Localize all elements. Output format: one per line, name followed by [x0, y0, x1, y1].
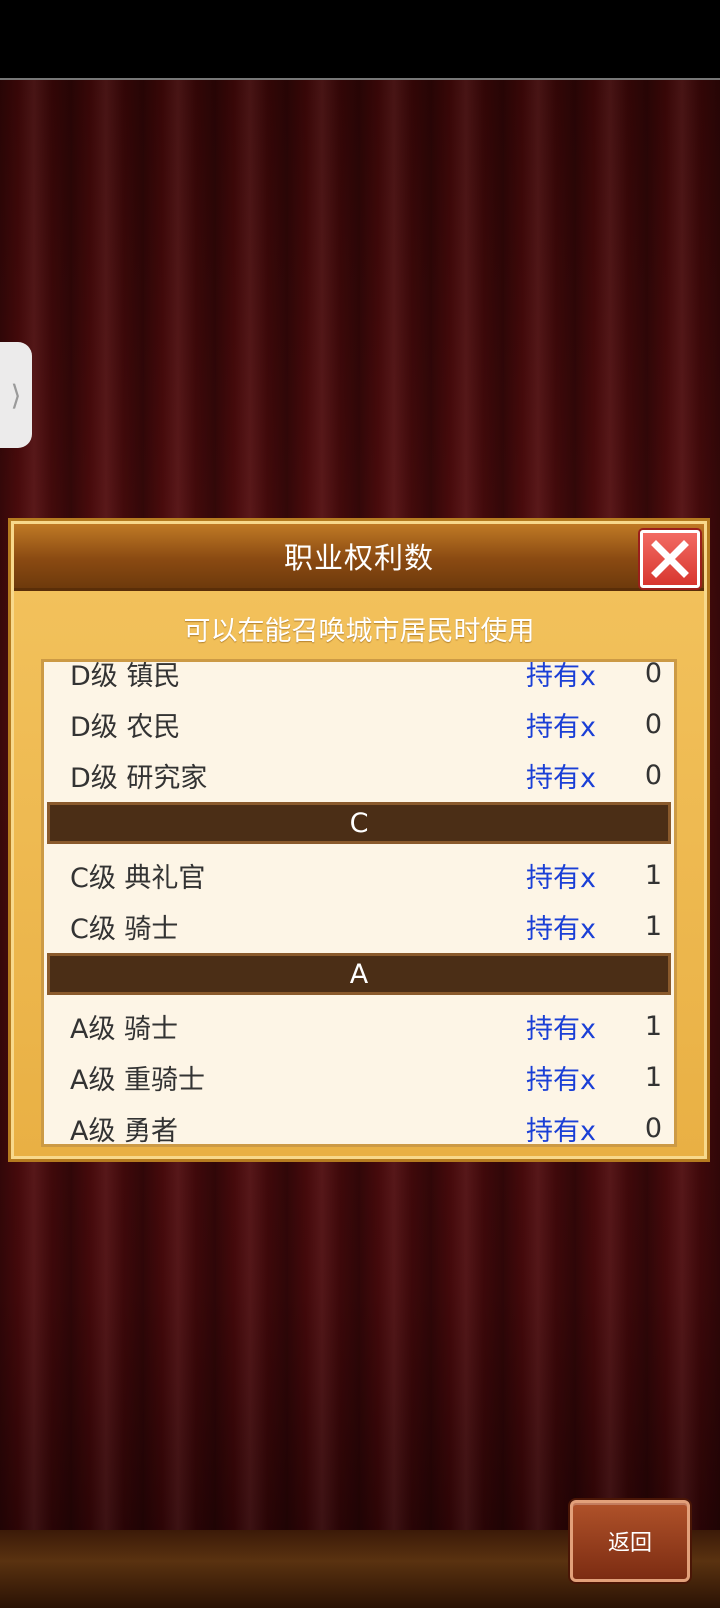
dialog-header: 职业权利数	[14, 524, 704, 591]
holds-count: 1	[644, 860, 662, 891]
list-item[interactable]: D级 镇民 持有x 0	[44, 659, 674, 699]
holds-count: 1	[644, 1011, 662, 1042]
status-bar	[0, 0, 720, 80]
holds-label: 持有x	[526, 712, 596, 743]
job-name: C级 骑士	[70, 914, 179, 945]
holds-label: 持有x	[526, 661, 596, 692]
holds-count: 0	[644, 709, 662, 740]
job-list[interactable]: D级 镇民 持有x 0 D级 农民 持有x 0 D级 研究家 持有x 0 C C…	[41, 659, 677, 1147]
job-name: C级 典礼官	[70, 863, 206, 894]
job-rights-dialog: 职业权利数 可以在能召唤城市居民时使用 D级 镇民 持有x 0 D级 农民 持有…	[8, 518, 710, 1162]
list-item[interactable]: C级 典礼官 持有x 1	[44, 850, 674, 901]
back-button[interactable]: 返回	[570, 1500, 690, 1582]
holds-count: 0	[644, 659, 662, 689]
holds-label: 持有x	[526, 1116, 596, 1147]
job-name: A级 骑士	[70, 1014, 179, 1045]
close-button[interactable]	[640, 530, 700, 588]
list-item[interactable]: A级 勇者 持有x 0	[44, 1103, 674, 1147]
holds-label: 持有x	[526, 863, 596, 894]
side-drawer-tab[interactable]: ⟩	[0, 342, 32, 448]
job-name: D级 镇民	[70, 661, 181, 692]
holds-count: 0	[644, 760, 662, 791]
list-item[interactable]: D级 农民 持有x 0	[44, 699, 674, 750]
holds-label: 持有x	[526, 763, 596, 794]
holds-label: 持有x	[526, 914, 596, 945]
section-header-a: A	[47, 953, 671, 995]
list-item[interactable]: D级 研究家 持有x 0	[44, 750, 674, 801]
dialog-title: 职业权利数	[283, 541, 434, 575]
list-item[interactable]: A级 重骑士 持有x 1	[44, 1052, 674, 1103]
holds-label: 持有x	[526, 1014, 596, 1045]
holds-count: 1	[644, 911, 662, 942]
dialog-subtitle: 可以在能召唤城市居民时使用	[183, 616, 535, 647]
section-header-c: C	[47, 802, 671, 844]
job-name: D级 农民	[70, 712, 181, 743]
holds-label: 持有x	[526, 1065, 596, 1096]
job-name: A级 勇者	[70, 1116, 179, 1147]
list-item[interactable]: C级 骑士 持有x 1	[44, 901, 674, 952]
job-name: D级 研究家	[70, 763, 208, 794]
holds-count: 0	[644, 1113, 662, 1144]
chevron-right-icon: ⟩	[10, 378, 22, 412]
job-name: A级 重骑士	[70, 1065, 206, 1096]
close-icon	[651, 540, 689, 578]
list-item[interactable]: A级 骑士 持有x 1	[44, 1001, 674, 1052]
holds-count: 1	[644, 1062, 662, 1093]
